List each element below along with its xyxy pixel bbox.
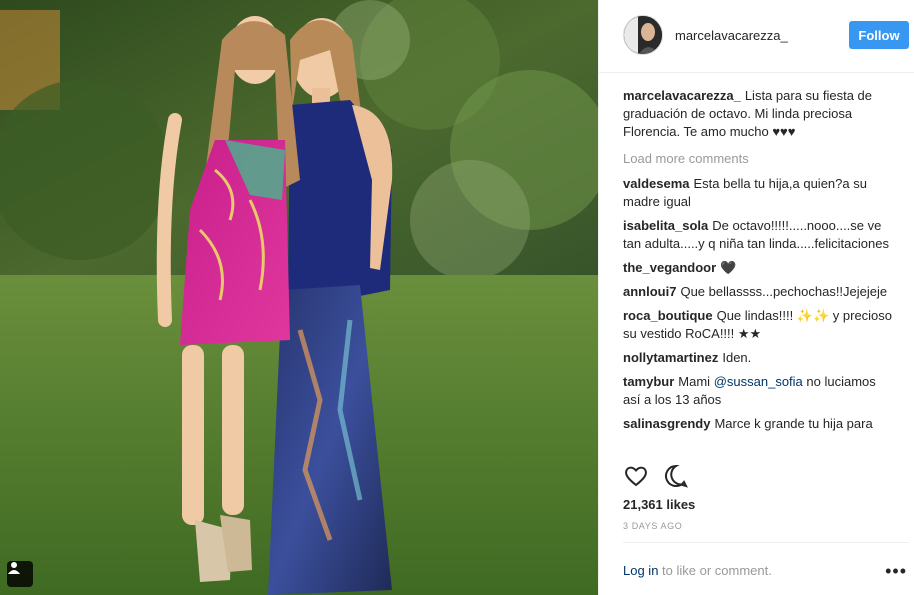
login-link[interactable]: Log in [623,563,658,578]
post-side-panel: marcelavacarezza_ Follow marcelavacarezz… [598,0,914,595]
comment-username[interactable]: tamybur [623,374,674,389]
caption: marcelavacarezza_ Lista para su fiesta de… [623,87,893,141]
comment: the_vegandoor 🖤 [623,259,893,277]
comment-text: Marce k grande tu hija para [714,416,873,431]
comment-icon[interactable] [663,463,689,489]
comment-username[interactable]: roca_boutique [623,308,713,323]
comment: roca_boutique Que lindas!!!! ✨✨ y precios… [623,307,893,343]
comment-text-before: Mami [678,374,711,389]
post-photo[interactable] [0,0,598,595]
likes-count[interactable]: 21,361 likes [623,497,695,512]
comment-text: 🖤 [720,260,737,275]
login-prompt-text: to like or comment. [662,563,772,578]
avatar-image [624,16,662,54]
avatar[interactable] [623,15,663,55]
comment-username[interactable]: nollytamartinez [623,350,718,365]
post-header: marcelavacarezza_ Follow [599,0,914,73]
comment: tamybur Mami @sussan_sofia no luciamos as… [623,373,893,409]
user-tag-badge[interactable] [7,561,33,587]
username-link[interactable]: marcelavacarezza_ [675,28,788,43]
comment: annloui7 Que bellassss...pechochas!!Jejej… [623,283,893,301]
timestamp[interactable]: 3 DAYS AGO [623,521,682,531]
heart-icon[interactable] [623,463,649,489]
comment-username[interactable]: the_vegandoor [623,260,716,275]
comment-username[interactable]: annloui7 [623,284,676,299]
comment: isabelita_sola De octavo!!!!!.....nooo...… [623,217,893,253]
comment-username[interactable]: valdesema [623,176,690,191]
comment-username[interactable]: isabelita_sola [623,218,708,233]
login-prompt: Log in to like or comment. [623,563,772,578]
comment: valdesema Esta bella tu hija,a quien?a su… [623,175,893,211]
comments-list: marcelavacarezza_ Lista para su fiesta de… [623,87,893,439]
caption-username[interactable]: marcelavacarezza_ [623,88,741,103]
user-tag-icon [8,562,20,574]
post-actions [623,463,893,491]
instagram-post: marcelavacarezza_ Follow marcelavacarezz… [0,0,914,595]
comment-text: Iden. [722,350,752,365]
comment: salinasgrendy Marce k grande tu hija para [623,415,893,433]
comment-username[interactable]: salinasgrendy [623,416,710,431]
follow-button[interactable]: Follow [849,21,909,49]
post-footer: Log in to like or comment. ••• [623,542,909,595]
load-more-comments-link[interactable]: Load more comments [623,151,893,166]
photo-illustration [0,0,598,595]
comment-text: Que bellassss...pechochas!!Jejejeje [680,284,888,299]
more-options-icon[interactable]: ••• [885,561,907,582]
mention-link[interactable]: @sussan_sofia [714,374,803,389]
comment: nollytamartinez Iden. [623,349,893,367]
